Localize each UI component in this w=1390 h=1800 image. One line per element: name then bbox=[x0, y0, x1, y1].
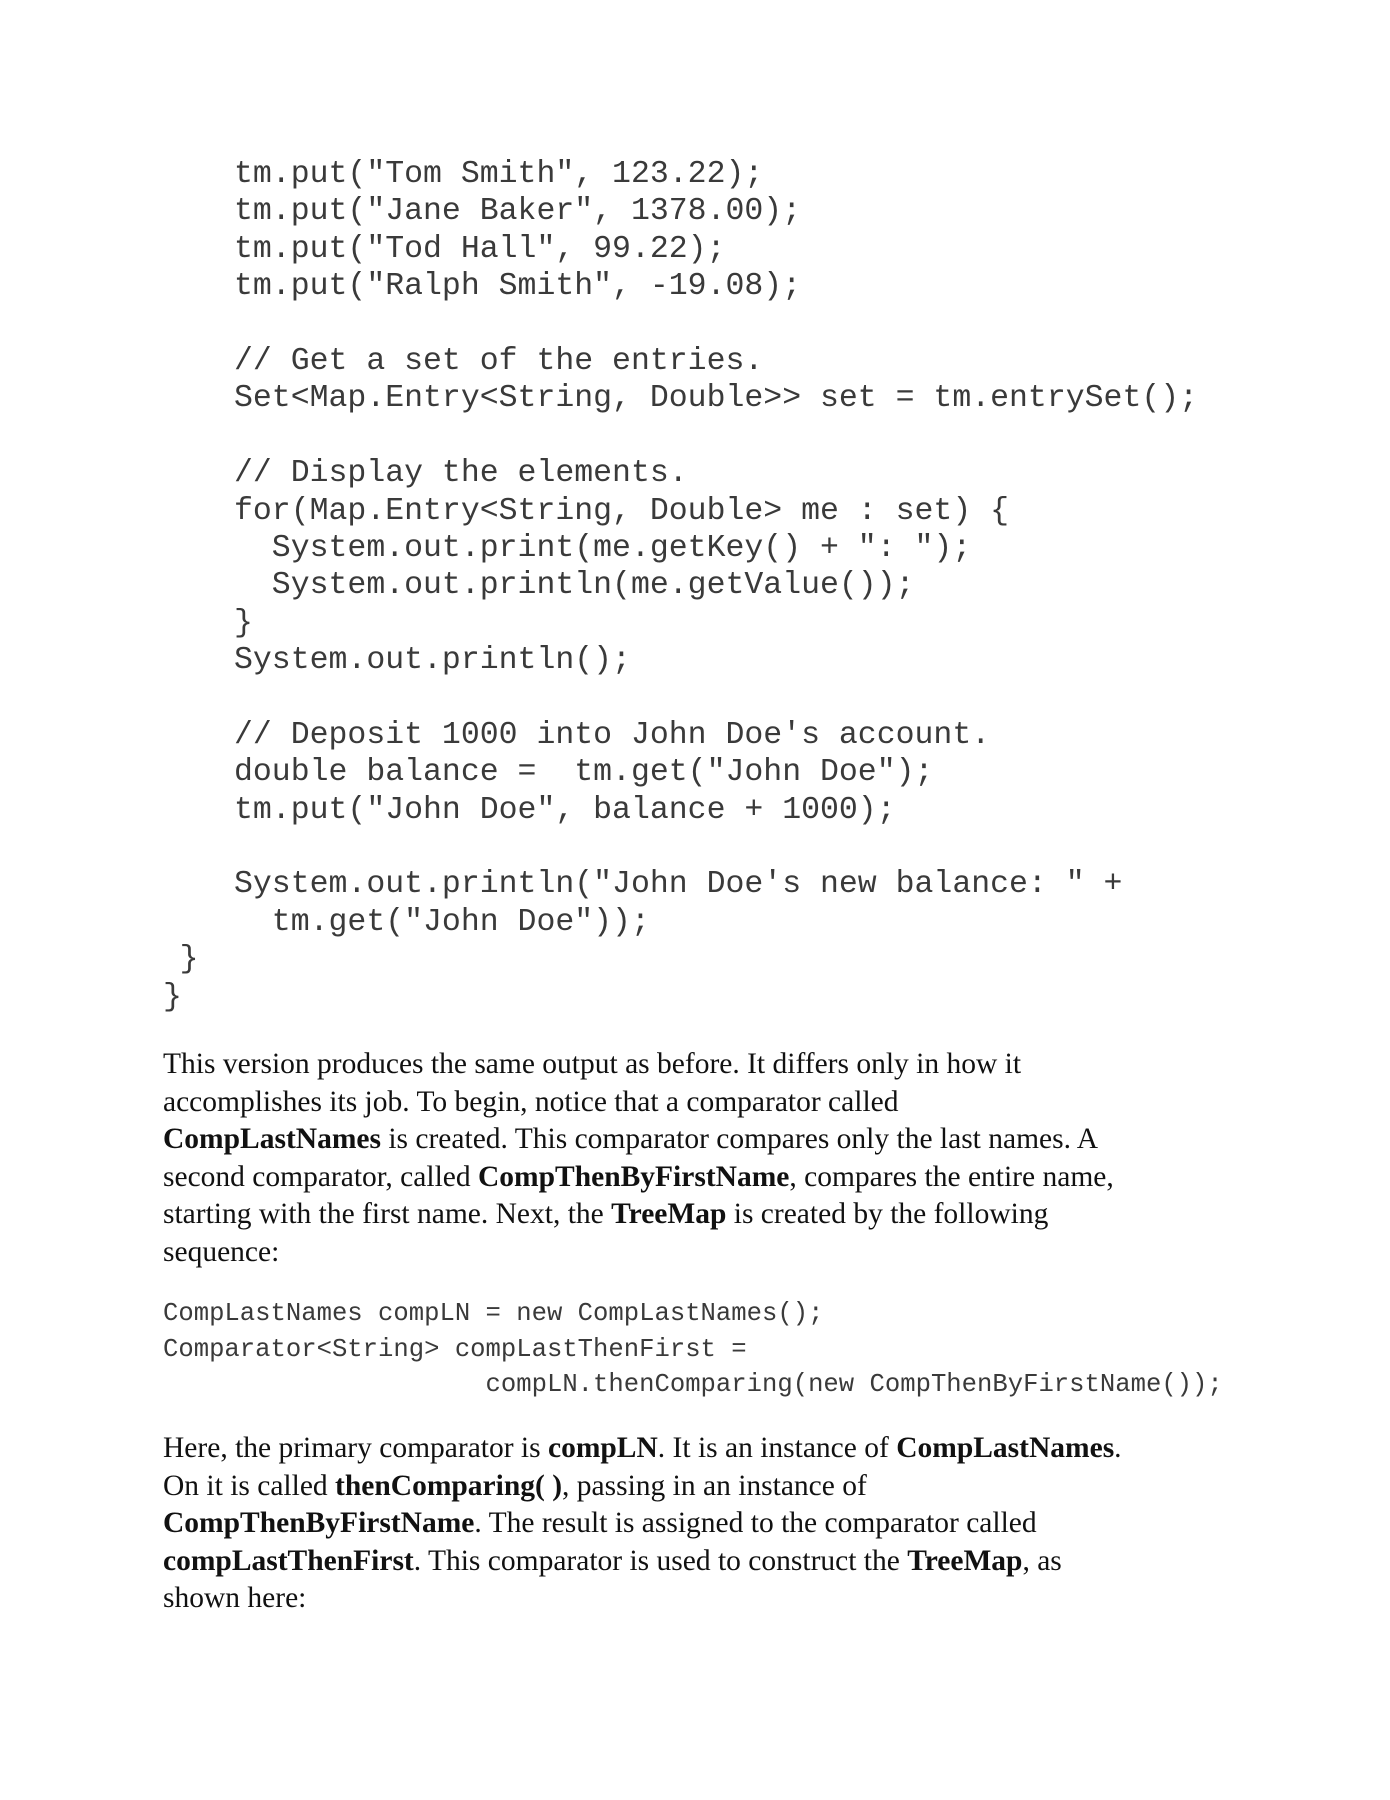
code-line: } bbox=[104, 942, 199, 978]
bold-term: thenComparing( ) bbox=[335, 1469, 563, 1502]
paragraph-line: second comparator, called CompThenByFirs… bbox=[163, 1159, 1263, 1197]
text-run: , as bbox=[1022, 1544, 1062, 1577]
paragraph-comparator-explanation: Here, the primary comparator is compLN. … bbox=[163, 1430, 1263, 1618]
text-run: This version produces the same output as… bbox=[163, 1048, 1022, 1080]
text-run: Here, the primary comparator is bbox=[163, 1432, 548, 1464]
text-run: On it is called bbox=[163, 1469, 336, 1502]
code-line: tm.put("Ralph Smith", -19.08); bbox=[234, 269, 802, 305]
paragraph-line: compLastThenFirst. This comparator is us… bbox=[163, 1543, 1263, 1581]
paragraph-explanation: This version produces the same output as… bbox=[163, 1046, 1263, 1271]
bold-term: TreeMap bbox=[611, 1198, 727, 1230]
text-run: , passing in an instance of bbox=[562, 1469, 867, 1502]
code-line: tm.put("Tom Smith", 123.22); bbox=[234, 157, 764, 192]
bold-term: CompLastNames bbox=[896, 1432, 1115, 1464]
paragraph-line: Here, the primary comparator is compLN. … bbox=[163, 1430, 1263, 1468]
bold-term: compLastThenFirst bbox=[163, 1544, 414, 1577]
code-block-treemap-entries: tm.put("Tom Smith", 123.22); tm.put("Jane… bbox=[163, 156, 1199, 1016]
text-run: , compares the entire name, bbox=[789, 1160, 1114, 1193]
code-block-comparator: CompLastNames compLN = new CompLastNames… bbox=[163, 1296, 1223, 1403]
bold-term: compLN bbox=[547, 1432, 658, 1464]
code-line: // Display the elements. bbox=[234, 456, 688, 492]
text-run: is created. This comparator compares onl… bbox=[380, 1123, 1099, 1155]
code-line: for(Map.Entry<String, Double> me : set) … bbox=[234, 493, 1010, 529]
text-run: second comparator, called bbox=[163, 1160, 478, 1193]
paragraph-line: starting with the first name. Next, the … bbox=[163, 1196, 1263, 1234]
code-line: Comparator<String> compLastThenFirst = bbox=[163, 1334, 747, 1364]
text-run: sequence: bbox=[163, 1235, 280, 1268]
paragraph-line: shown here: bbox=[163, 1580, 1263, 1618]
paragraph-line: sequence: bbox=[163, 1234, 1263, 1272]
bold-term: TreeMap bbox=[907, 1544, 1023, 1577]
code-line: // Deposit 1000 into John Doe's account. bbox=[234, 717, 991, 753]
text-run: . It is an instance of bbox=[657, 1432, 897, 1464]
code-line: tm.get("John Doe")); bbox=[234, 904, 650, 940]
paragraph-line: CompLastNames is created. This comparato… bbox=[163, 1121, 1263, 1159]
text-run: is created by the following bbox=[726, 1198, 1049, 1230]
paragraph-line: CompThenByFirstName. The result is assig… bbox=[163, 1505, 1263, 1543]
code-line: System.out.println(me.getValue()); bbox=[234, 568, 915, 604]
code-line: System.out.println("John Doe's new balan… bbox=[234, 867, 1123, 903]
bold-term: CompThenByFirstName bbox=[163, 1507, 475, 1539]
code-line: Set<Map.Entry<String, Double>> set = tm.… bbox=[234, 381, 1199, 417]
paragraph-line: accomplishes its job. To begin, notice t… bbox=[163, 1084, 1263, 1122]
paragraph-line: On it is called thenComparing( ), passin… bbox=[163, 1468, 1263, 1506]
code-line: System.out.print(me.getKey() + ": "); bbox=[234, 530, 972, 566]
code-line: tm.put("Jane Baker", 1378.00); bbox=[234, 194, 802, 230]
bold-term: CompLastNames bbox=[163, 1123, 381, 1155]
code-line: compLN.thenComparing(new CompThenByFirst… bbox=[163, 1370, 1223, 1399]
text-run: accomplishes its job. To begin, notice t… bbox=[163, 1085, 899, 1118]
text-run: starting with the first name. Next, the bbox=[163, 1198, 612, 1230]
code-line: } bbox=[234, 605, 253, 641]
paragraph-line: This version produces the same output as… bbox=[163, 1046, 1263, 1084]
code-line: tm.put("John Doe", balance + 1000); bbox=[234, 792, 896, 828]
code-line: // Get a set of the entries. bbox=[234, 343, 764, 379]
code-line: CompLastNames compLN = new CompLastNames… bbox=[163, 1299, 824, 1328]
text-run: shown here: bbox=[163, 1582, 307, 1614]
code-line: System.out.println(); bbox=[234, 643, 631, 679]
text-run: . This comparator is used to construct t… bbox=[413, 1544, 908, 1577]
code-line: tm.put("Tod Hall", 99.22); bbox=[234, 231, 726, 267]
code-line: double balance = tm.get("John Doe"); bbox=[234, 755, 934, 791]
text-run: . bbox=[1114, 1432, 1122, 1464]
bold-term: CompThenByFirstName bbox=[477, 1160, 790, 1193]
code-line: } bbox=[163, 979, 182, 1015]
text-run: . The result is assigned to the comparat… bbox=[474, 1507, 1037, 1539]
